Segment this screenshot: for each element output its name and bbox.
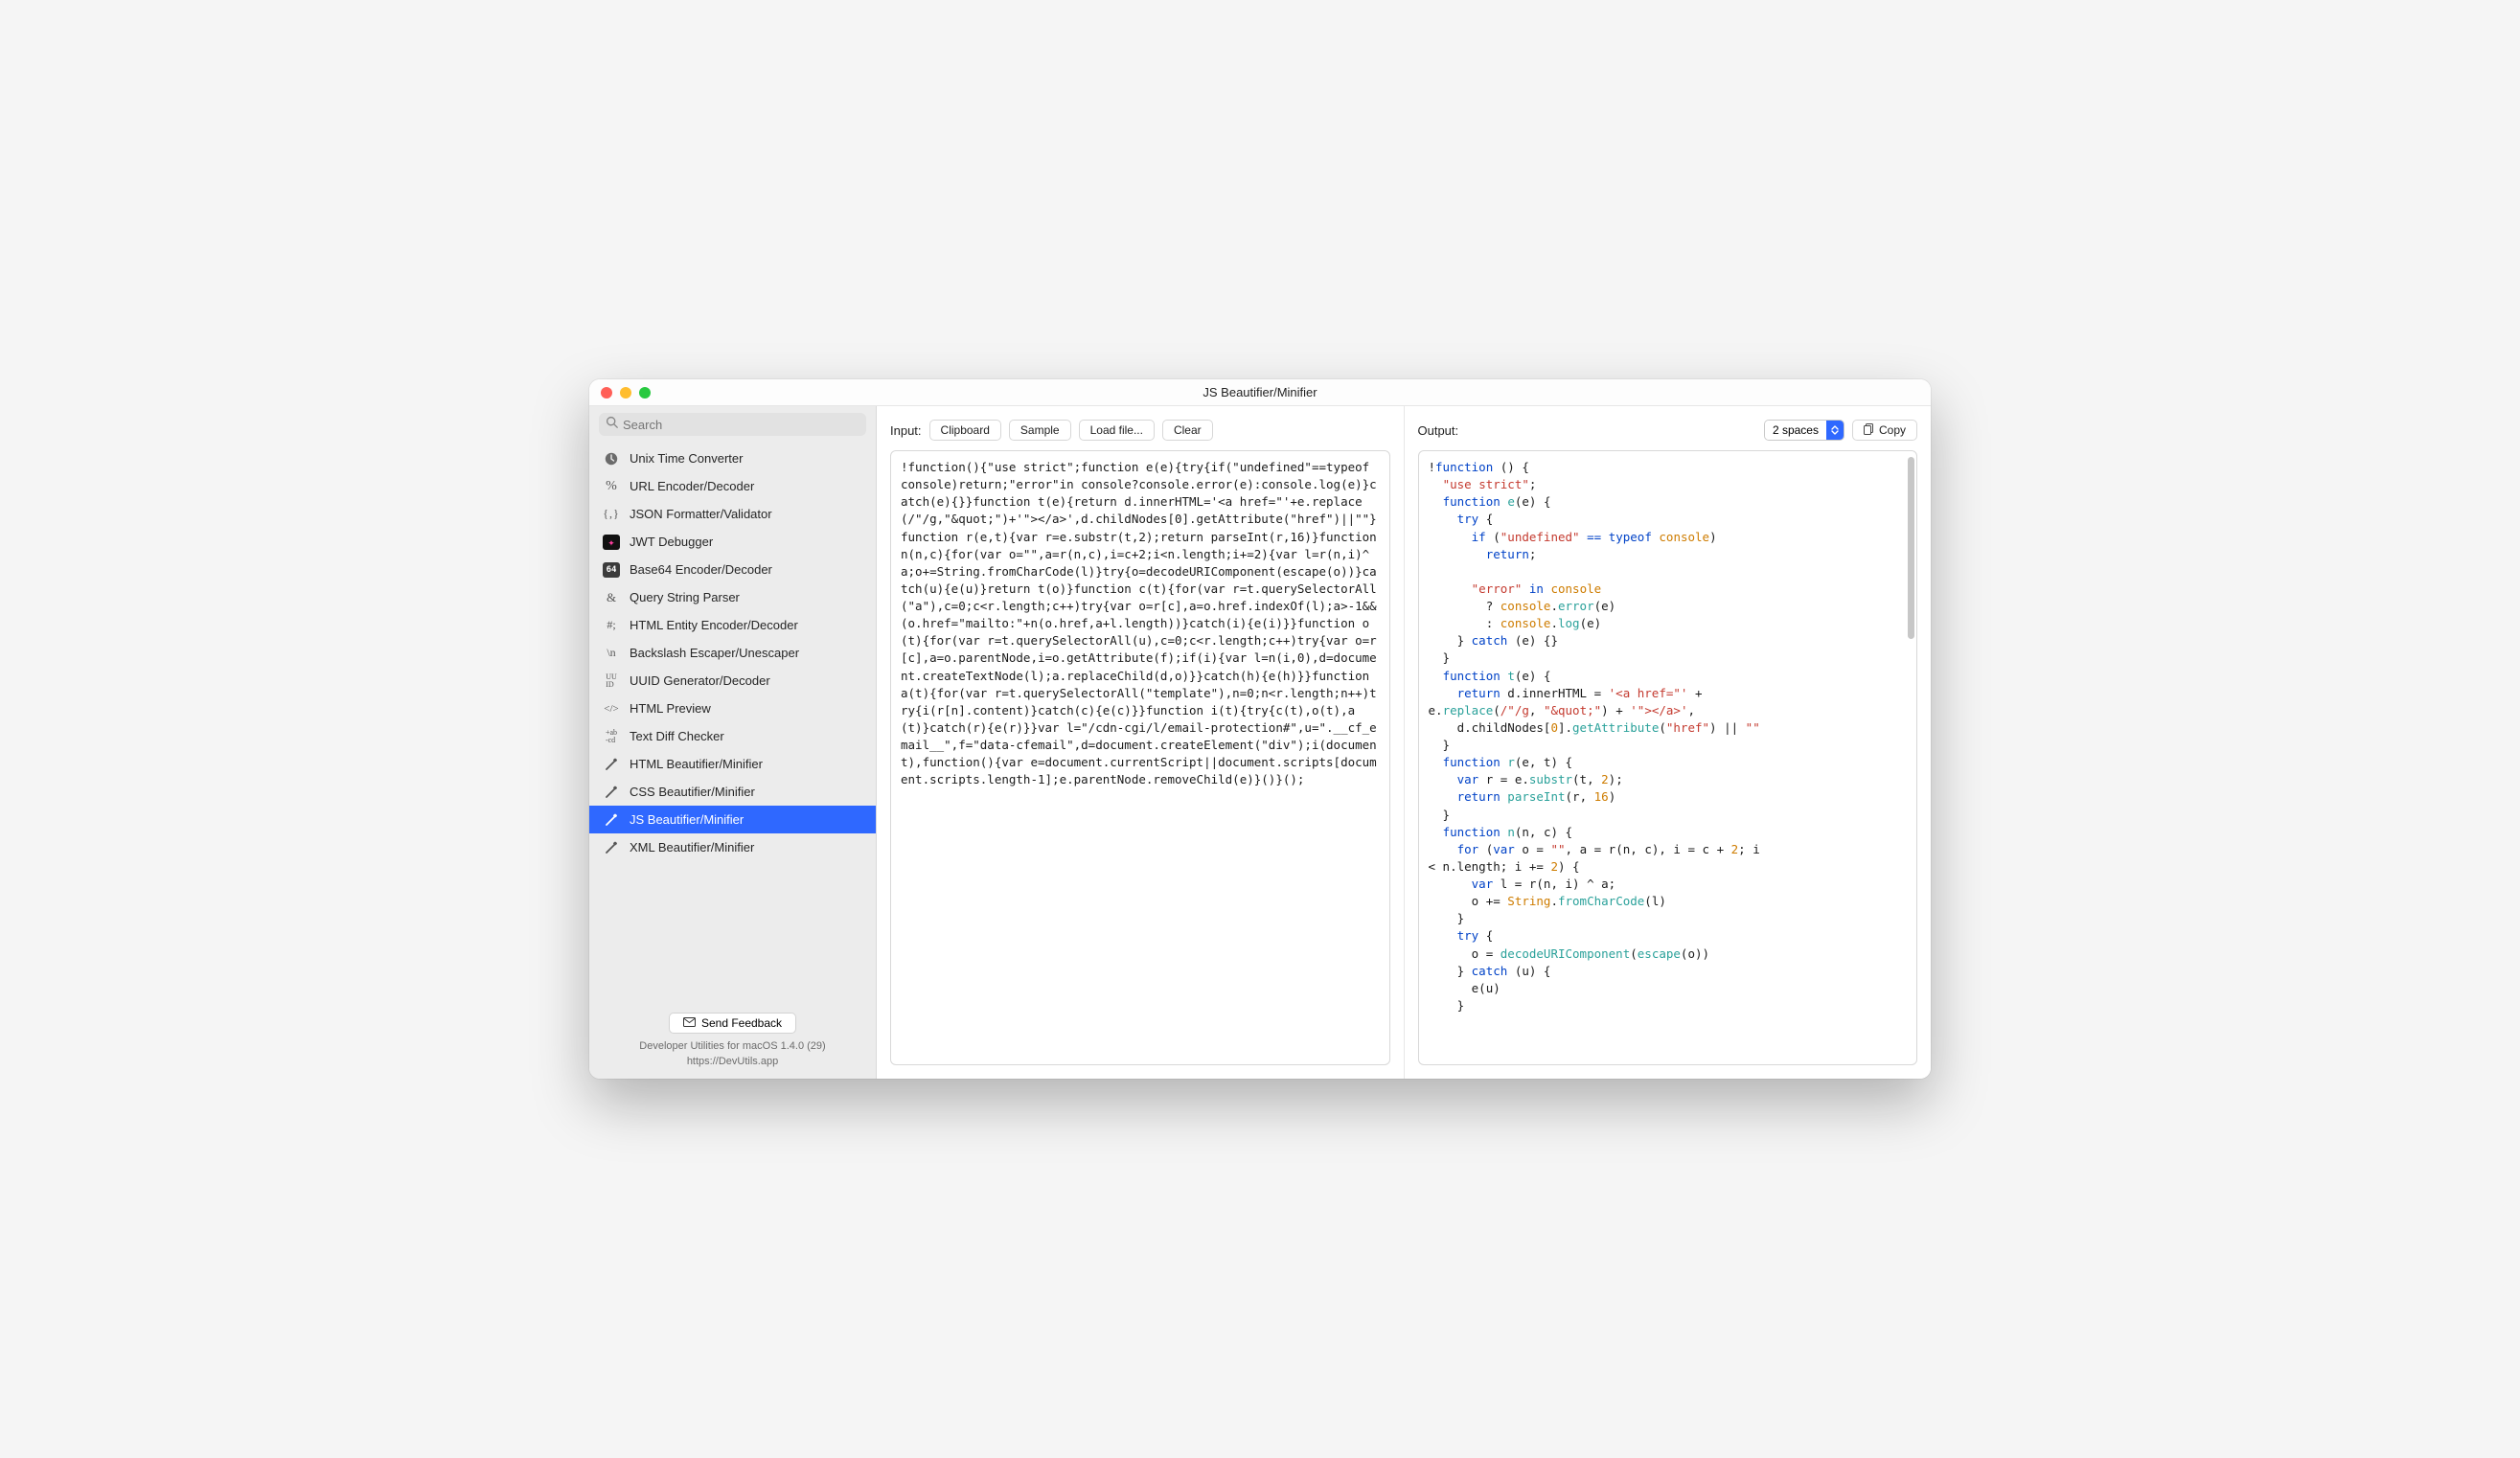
- sidebar-item-base64-encoder-decoder[interactable]: 64 Base64 Encoder/Decoder: [589, 556, 876, 583]
- sidebar-item-label: HTML Beautifier/Minifier: [630, 757, 763, 771]
- search-input[interactable]: [623, 418, 859, 432]
- stepper-arrows-icon: [1826, 421, 1844, 440]
- sidebar-item-json-formatter-validator[interactable]: {,} JSON Formatter/Validator: [589, 500, 876, 528]
- app-version-text: Developer Utilities for macOS 1.4.0 (29): [601, 1039, 864, 1054]
- jwt-icon: ✦: [603, 534, 620, 551]
- input-code[interactable]: !function(){"use strict";function e(e){t…: [891, 451, 1389, 796]
- sidebar-item-html-preview[interactable]: </> HTML Preview: [589, 695, 876, 722]
- output-panel: Output: 2 spaces Copy: [1404, 406, 1932, 1079]
- sidebar-item-label: CSS Beautifier/Minifier: [630, 785, 755, 799]
- send-feedback-label: Send Feedback: [701, 1016, 782, 1030]
- input-editor[interactable]: !function(){"use strict";function e(e){t…: [890, 450, 1390, 1065]
- main-content: Input: Clipboard Sample Load file... Cle…: [877, 406, 1931, 1079]
- clear-button[interactable]: Clear: [1162, 420, 1213, 441]
- sidebar-item-label: Backslash Escaper/Unescaper: [630, 646, 799, 660]
- copy-button[interactable]: Copy: [1852, 420, 1917, 441]
- sidebar-item-js-beautifier-minifier[interactable]: JS Beautifier/Minifier: [589, 806, 876, 833]
- output-label: Output:: [1418, 423, 1459, 438]
- sidebar-item-label: URL Encoder/Decoder: [630, 479, 754, 493]
- wand-icon: [603, 756, 620, 773]
- zoom-window-button[interactable]: [639, 387, 651, 399]
- clock-icon: [603, 450, 620, 467]
- sidebar-item-text-diff-checker[interactable]: +ab-cd Text Diff Checker: [589, 722, 876, 750]
- mail-icon: [683, 1016, 696, 1030]
- sidebar-item-query-string-parser[interactable]: &Query String Parser: [589, 583, 876, 611]
- sidebar-item-label: JSON Formatter/Validator: [630, 507, 772, 521]
- braces-icon: {,}: [603, 506, 620, 523]
- wand-icon: [603, 839, 620, 856]
- app-window: JS Beautifier/Minifier Unix Time Convert…: [589, 379, 1931, 1079]
- sidebar-item-html-beautifier-minifier[interactable]: HTML Beautifier/Minifier: [589, 750, 876, 778]
- sidebar-item-label: JS Beautifier/Minifier: [630, 812, 744, 827]
- input-panel: Input: Clipboard Sample Load file... Cle…: [877, 406, 1404, 1079]
- output-scrollbar[interactable]: [1908, 457, 1914, 639]
- code-icon: </>: [603, 700, 620, 718]
- copy-label: Copy: [1879, 423, 1906, 437]
- app-url-text: https://DevUtils.app: [601, 1055, 864, 1069]
- sidebar-item-backslash-escaper-unescaper[interactable]: \n Backslash Escaper/Unescaper: [589, 639, 876, 667]
- input-label: Input:: [890, 423, 922, 438]
- sidebar-item-label: HTML Entity Encoder/Decoder: [630, 618, 798, 632]
- output-code: !function () { "use strict"; function e(…: [1419, 451, 1917, 1022]
- wand-icon: [603, 811, 620, 829]
- send-feedback-button[interactable]: Send Feedback: [669, 1013, 796, 1034]
- sidebar-item-label: Base64 Encoder/Decoder: [630, 562, 772, 577]
- percent-icon: %: [603, 478, 620, 495]
- sidebar-list: Unix Time Converter% URL Encoder/Decoder {…: [589, 443, 876, 1003]
- titlebar: JS Beautifier/Minifier: [589, 379, 1931, 406]
- sidebar-item-xml-beautifier-minifier[interactable]: XML Beautifier/Minifier: [589, 833, 876, 861]
- clipboard-button[interactable]: Clipboard: [929, 420, 1001, 441]
- copy-icon: [1864, 423, 1874, 438]
- sidebar-footer: Send Feedback Developer Utilities for ma…: [589, 1003, 876, 1079]
- indent-select-value: 2 spaces: [1765, 421, 1826, 440]
- sidebar-item-html-entity-encoder-decoder[interactable]: #; HTML Entity Encoder/Decoder: [589, 611, 876, 639]
- sidebar-item-css-beautifier-minifier[interactable]: CSS Beautifier/Minifier: [589, 778, 876, 806]
- sidebar-item-label: Unix Time Converter: [630, 451, 743, 466]
- sidebar-item-label: Query String Parser: [630, 590, 740, 604]
- search-field[interactable]: [599, 413, 866, 436]
- sidebar-item-label: Text Diff Checker: [630, 729, 724, 743]
- qs-icon: &: [603, 589, 620, 606]
- uuid-icon: UUID: [603, 672, 620, 690]
- close-window-button[interactable]: [601, 387, 612, 399]
- sidebar-item-label: HTML Preview: [630, 701, 711, 716]
- traffic-lights: [589, 387, 651, 399]
- diff-icon: +ab-cd: [603, 728, 620, 745]
- output-toolbar: Output: 2 spaces Copy: [1418, 416, 1918, 444]
- sidebar-item-unix-time-converter[interactable]: Unix Time Converter: [589, 444, 876, 472]
- indent-select[interactable]: 2 spaces: [1764, 420, 1844, 441]
- sample-button[interactable]: Sample: [1009, 420, 1071, 441]
- sidebar: Unix Time Converter% URL Encoder/Decoder {…: [589, 406, 877, 1079]
- backslash-icon: \n: [603, 645, 620, 662]
- base64-icon: 64: [603, 561, 620, 579]
- sidebar-item-label: UUID Generator/Decoder: [630, 673, 770, 688]
- minimize-window-button[interactable]: [620, 387, 631, 399]
- load-file-button[interactable]: Load file...: [1079, 420, 1155, 441]
- sidebar-item-jwt-debugger[interactable]: ✦ JWT Debugger: [589, 528, 876, 556]
- sidebar-item-label: XML Beautifier/Minifier: [630, 840, 754, 854]
- sidebar-item-uuid-generator-decoder[interactable]: UUID UUID Generator/Decoder: [589, 667, 876, 695]
- output-editor[interactable]: !function () { "use strict"; function e(…: [1418, 450, 1918, 1065]
- wand-icon: [603, 784, 620, 801]
- sidebar-item-label: JWT Debugger: [630, 535, 713, 549]
- sidebar-item-url-encoder-decoder[interactable]: % URL Encoder/Decoder: [589, 472, 876, 500]
- hash-icon: #;: [603, 617, 620, 634]
- search-icon: [606, 416, 618, 433]
- input-toolbar: Input: Clipboard Sample Load file... Cle…: [890, 416, 1390, 444]
- window-title: JS Beautifier/Minifier: [589, 385, 1931, 399]
